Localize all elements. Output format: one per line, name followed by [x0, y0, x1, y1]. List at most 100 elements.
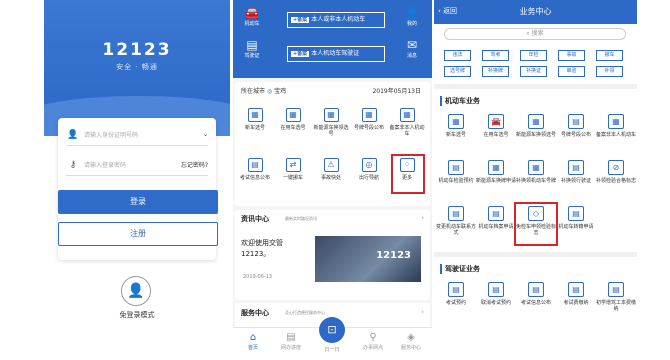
chevron-right-icon[interactable]: › — [421, 214, 424, 222]
grid-item-label: 新车选号 — [244, 125, 265, 131]
svc-label: 新能源车换牌申请 — [476, 178, 517, 184]
svc-vehicle-transfer[interactable]: ▤ 机动车转籍申请 — [556, 206, 596, 230]
document-icon: ▤ — [448, 160, 464, 175]
app-slogan: 安全 · 畅通 — [116, 63, 158, 71]
scan-button[interactable]: ⊡ — [319, 317, 345, 343]
svc-replace-plate[interactable]: ▦ 补换领机动车号牌 — [516, 160, 556, 184]
grid-item-record-vehicle[interactable]: ▦ 备案非本人机动车 — [389, 108, 425, 137]
guest-avatar-icon[interactable]: 👤 — [121, 276, 151, 306]
svc-inspection-booking[interactable]: ▤ 机动车检验预约 — [436, 160, 476, 184]
date-text: 2019年05月13日 — [372, 88, 421, 95]
home-screen: 🚘 机动车 ▤ 驾驶证 👤 我的 ✉ 消息 +备案 本人或非本人机动车 +备案 本人… — [233, 0, 432, 360]
svc-record-vehicle[interactable]: ▦ 备案非本人机动车 — [596, 114, 636, 138]
no-login-mode-link[interactable]: 免登录模式 — [44, 310, 230, 320]
news-headline[interactable]: 欢迎使用交管12123。 — [241, 238, 301, 260]
svc-beginner-fee[interactable]: ▤ 初学增驾工本费缴纳 — [596, 282, 636, 312]
service-icon: ◈ — [407, 332, 415, 343]
record-tag: +备案 — [291, 51, 310, 57]
login-screen: 12123 安全 · 畅通 👤 请输入身份证明号码 ⌄ ⚷ 请输入登录密码 忘记… — [44, 0, 230, 360]
search-placeholder: 搜索 — [531, 30, 544, 37]
svc-change-contact[interactable]: ▤ 变更机动车联系方式 — [436, 206, 476, 236]
chip-inspection[interactable]: 年检 — [520, 50, 547, 61]
mail-icon: ✉ — [406, 38, 418, 52]
compass-icon: ◎ — [361, 158, 377, 172]
grid-item-navigation[interactable]: ◎ 出行导航 — [351, 158, 387, 181]
forgot-password-link[interactable]: 忘记密码? — [181, 160, 208, 169]
bottom-tab-bar: ⌂ 首页 ▤ 网办进度 ⊡ 扫一扫 ⚲ 办事网点 ◈ 服务中心 — [233, 317, 432, 360]
svc-vehicle-archive[interactable]: ▤ 机动车档案申请 — [476, 206, 516, 230]
license-record-banner[interactable]: +备案 本人机动车驾驶证 — [287, 46, 385, 62]
city-label: 所在城市 — [241, 88, 266, 95]
tab-label: 服务中心 — [400, 345, 421, 351]
svc-exam-booking[interactable]: ▤ 考试预约 — [436, 282, 476, 306]
city-name[interactable]: 宝鸡 — [274, 88, 286, 95]
grid-item-used-car-plate[interactable]: ▦ 在用车选号 — [275, 108, 311, 131]
chevron-down-icon[interactable]: ⌄ — [203, 131, 208, 138]
tab-home[interactable]: ⌂ 首页 — [235, 331, 271, 351]
login-button[interactable]: 登录 — [58, 190, 218, 214]
svc-ev-plate[interactable]: ▦ 新能源车换领选号 — [516, 114, 556, 138]
svc-label: 变更机动车联系方式 — [436, 224, 477, 236]
svc-plate-range[interactable]: ▤ 号牌号段公布 — [556, 114, 596, 138]
city-bar: 所在城市 ◎ 宝鸡 2019年05月13日 — [241, 86, 425, 95]
chip-replace-plate[interactable]: 补换牌 — [482, 66, 509, 77]
tab-outlets[interactable]: ⚲ 办事网点 — [355, 331, 391, 351]
grid-item-label: 一键挪车 — [282, 175, 303, 181]
car-icon: 🚘 — [244, 6, 260, 20]
chip-violation[interactable]: 违法 — [444, 50, 471, 61]
grid-item-plate-range[interactable]: ▦ 号牌号段公布 — [351, 108, 387, 131]
register-button[interactable]: 注册 — [58, 222, 218, 246]
svc-replace-license[interactable]: ▤ 补换领行驶证 — [556, 160, 596, 184]
document-icon: ▤ — [247, 158, 263, 172]
chip-reissue[interactable]: 补领 — [596, 66, 623, 77]
svc-label: 补换领行驶证 — [560, 178, 591, 184]
grid-item-move-car[interactable]: ⇄ 一键挪车 — [275, 158, 311, 181]
quick-services-card: 所在城市 ◎ 宝鸡 2019年05月13日 ▦ 新车选号 ▦ 在用车选号 ▦ 新能源车… — [235, 82, 430, 206]
chip-move-car[interactable]: 挪车 — [596, 50, 623, 61]
chevron-right-icon[interactable]: › — [421, 308, 424, 316]
tab-progress[interactable]: ▤ 网办进度 — [273, 331, 309, 351]
license-shortcut[interactable]: ▤ 驾驶证 — [239, 38, 265, 59]
svc-used-car-plate[interactable]: 🚘 在用车选号 — [476, 114, 516, 138]
svc-label: 机动车检验预约 — [438, 178, 474, 184]
grid-item-exam-info[interactable]: ▤ 考试信息公布 — [237, 158, 273, 181]
home-icon: ⌂ — [249, 332, 257, 343]
vehicle-shortcut-label: 机动车 — [244, 21, 260, 27]
record-tag: +备案 — [291, 17, 310, 23]
grid-item-accident[interactable]: ⚠ 事故快处 — [313, 158, 349, 181]
chip-select-plate[interactable]: 选号牌 — [444, 66, 471, 77]
svc-exam-fee[interactable]: ▤ 考试费缴纳 — [556, 282, 596, 306]
grid-item-label: 考试信息公布 — [239, 175, 270, 181]
svc-cancel-booking[interactable]: ▤ 取消考试预约 — [476, 282, 516, 306]
message-shortcut[interactable]: ✉ 消息 — [399, 38, 425, 59]
banner-text: 本人机动车驾驶证 — [311, 50, 360, 57]
tab-service-center[interactable]: ◈ 服务中心 — [393, 331, 429, 351]
grid-item-new-car-plate[interactable]: ▦ 新车选号 — [237, 108, 273, 131]
divider — [434, 84, 637, 89]
tab-label: 网办进度 — [280, 345, 301, 351]
grid-item-ev-plate[interactable]: ▦ 新能源车换领选号 — [313, 108, 349, 137]
grid-item-label: 备案非本人机动车 — [389, 125, 425, 137]
news-card: 资讯中心 最新实时路况资讯 › 欢迎使用交管12123。 2019-06-13 … — [235, 210, 430, 300]
password-field[interactable]: ⚷ 请输入登录密码 忘记密码? — [66, 154, 208, 176]
svc-ev-plate-apply[interactable]: ▦ 新能源车换牌申请 — [476, 160, 516, 184]
page-title: 业务中心 — [519, 7, 552, 16]
divider — [434, 252, 637, 257]
chip-replace-license[interactable]: 补换证 — [520, 66, 547, 77]
search-input[interactable]: ⌕ 搜索 — [444, 28, 626, 40]
svc-reissue-sticker[interactable]: ⊘ 补领检验合格标志 — [596, 160, 636, 184]
grid-item-label: 事故快处 — [320, 175, 341, 181]
plate-icon: ▦ — [488, 160, 504, 175]
service-subtitle: 及心打造便民服务中心 — [285, 310, 325, 315]
vehicle-record-banner[interactable]: +备案 本人或非本人机动车 — [287, 12, 385, 28]
id-field[interactable]: 👤 请输入身份证明号码 ⌄ — [66, 124, 208, 146]
vehicle-shortcut[interactable]: 🚘 机动车 — [239, 6, 265, 27]
chip-accident[interactable]: 事故 — [558, 50, 585, 61]
profile-shortcut[interactable]: 👤 我的 — [399, 6, 425, 27]
chip-review[interactable]: 审验 — [558, 66, 585, 77]
svc-exam-info[interactable]: ▤ 考试信息公布 — [516, 282, 556, 306]
chip-exam[interactable]: 驾考 — [482, 50, 509, 61]
news-image[interactable]: 12123 — [315, 236, 421, 282]
password-placeholder: 请输入登录密码 — [84, 162, 127, 169]
svc-new-car-plate[interactable]: ▦ 新车选号 — [436, 114, 476, 138]
